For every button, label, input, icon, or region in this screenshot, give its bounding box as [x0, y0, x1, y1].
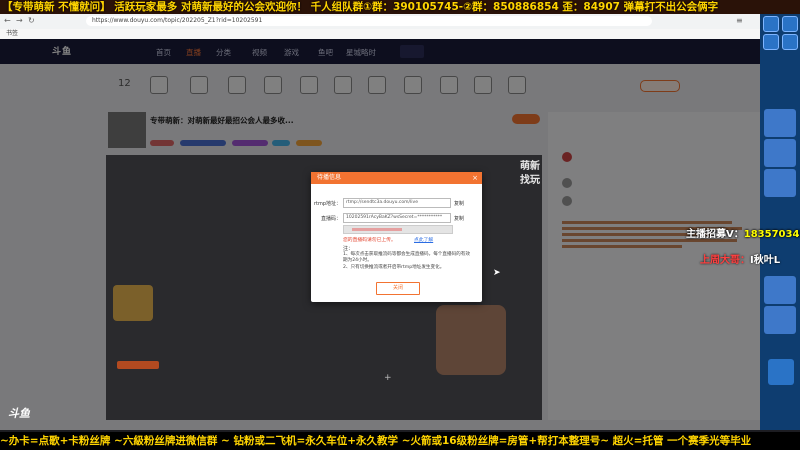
- treasure-chest-image: [436, 305, 506, 375]
- champion-name: I秋叶L: [750, 255, 781, 266]
- notes-title: 注：: [343, 246, 354, 252]
- recruit-overlay: 主播招募V：1835703459: [686, 225, 800, 240]
- stream-key-field[interactable]: 10202591rAcyBaKZ?wsSecret=***********: [343, 213, 451, 223]
- champion-overlay: 上周大哥：I秋叶L: [700, 251, 780, 266]
- select-value-bar: [352, 228, 402, 231]
- bottom-banner-text: ~办卡=点歌+卡粉丝牌 ~六級粉丝牌进微信群 ~ 钻粉或二飞机=永久车位+永久教…: [0, 435, 752, 447]
- menu-icon[interactable]: ≡: [736, 16, 743, 25]
- side-card[interactable]: [764, 169, 796, 197]
- side-button[interactable]: [782, 34, 798, 50]
- champion-label: 上周: [700, 255, 720, 266]
- video-side-text-1: 萌新: [520, 161, 540, 172]
- note-line-1: 1、每次点击获取推流码等都会生成直播码，每个直播码的有效期为24小时。: [343, 252, 470, 263]
- side-card[interactable]: [764, 306, 796, 334]
- video-brand-watermark: 斗鱼: [8, 407, 30, 420]
- side-button[interactable]: [763, 16, 779, 32]
- side-card[interactable]: [768, 359, 794, 385]
- stream-key-value: 10202591rAcyBaKZ?wsSecret=***********: [346, 215, 443, 220]
- bottom-marquee-banner: ~办卡=点歌+卡粉丝牌 ~六級粉丝牌进微信群 ~ 钻粉或二飞机=永久车位+永久教…: [0, 432, 800, 450]
- reload-icon[interactable]: ↻: [28, 16, 35, 25]
- top-marquee-banner: 【专带萌新 不懂就问】 活跃玩家最多 对萌新最好的公会欢迎你！ 千人组队群①群：…: [0, 0, 800, 14]
- stream-info-dialog: 待播信息 × rtmp地址： rtmp://sendtc3a.douyu.com…: [311, 172, 482, 302]
- recruit-number: 1835703459: [743, 229, 800, 240]
- dialog-close-button[interactable]: 关闭: [376, 282, 420, 295]
- copy-rtmp-button[interactable]: 复制: [454, 200, 464, 207]
- rtmp-label: rtmp地址：: [313, 201, 341, 207]
- recruit-label: 主播招募V：: [686, 229, 744, 240]
- side-button[interactable]: [763, 34, 779, 50]
- warning-text: 您的直播码请勿已上传。: [343, 238, 396, 243]
- video-add-icon[interactable]: +: [384, 373, 392, 383]
- learn-more-link[interactable]: 点此了解: [414, 236, 433, 243]
- rtmp-value: rtmp://sendtc3a.douyu.com/live: [346, 200, 418, 205]
- champion-mid: 大哥：: [720, 255, 750, 266]
- url-field[interactable]: https://www.douyu.com/topic/202205_Z1?ri…: [86, 16, 652, 26]
- back-icon[interactable]: ←: [4, 16, 11, 25]
- game-widget-image[interactable]: [113, 285, 153, 321]
- close-icon[interactable]: ×: [472, 172, 478, 184]
- forward-icon[interactable]: →: [16, 16, 23, 25]
- browser-address-bar: ← → ↻ https://www.douyu.com/topic/202205…: [0, 14, 800, 30]
- game-widget-button[interactable]: [117, 361, 159, 369]
- stream-key-select[interactable]: [343, 225, 453, 234]
- rtmp-address-field[interactable]: rtmp://sendtc3a.douyu.com/live: [343, 198, 451, 208]
- right-side-panel: [760, 14, 800, 430]
- mouse-cursor-icon: ➤: [493, 268, 501, 278]
- side-card[interactable]: [764, 139, 796, 167]
- note-line-2: 2、只有切换推流或者开启带rtmp地址发生变化。: [343, 265, 445, 270]
- top-banner-text: 【专带萌新 不懂就问】 活跃玩家最多 对萌新最好的公会欢迎你！ 千人组队群①群：…: [2, 1, 719, 13]
- side-card[interactable]: [764, 109, 796, 137]
- video-side-text-2: 找玩: [520, 175, 540, 186]
- copy-key-button[interactable]: 复制: [454, 215, 464, 222]
- url-text: https://www.douyu.com/topic/202205_Z1?ri…: [92, 17, 263, 24]
- bookmark-item[interactable]: 书签: [6, 29, 18, 39]
- side-card[interactable]: [764, 276, 796, 304]
- side-button[interactable]: [782, 16, 798, 32]
- stream-key-label: 直播码：: [320, 216, 341, 222]
- dialog-title: 待播信息: [317, 174, 342, 181]
- dialog-header: 待播信息 ×: [311, 172, 482, 184]
